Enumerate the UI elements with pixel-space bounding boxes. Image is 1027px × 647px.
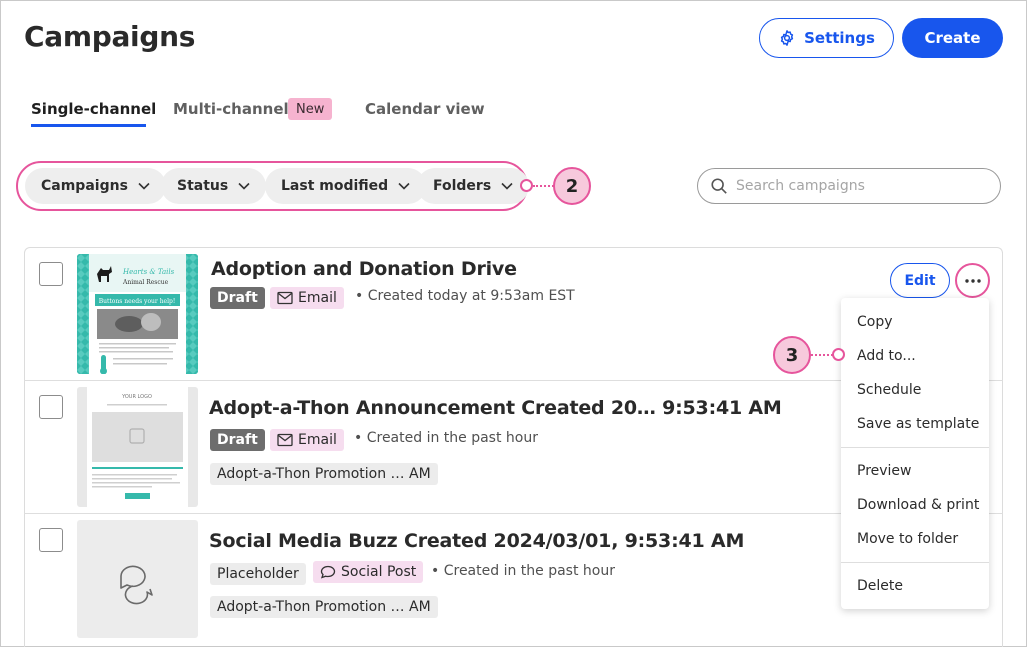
callout-2: 2: [553, 167, 591, 205]
chevron-down-icon: [138, 182, 150, 190]
channel-label: Email: [298, 432, 337, 448]
svg-text:Hearts & Tails: Hearts & Tails: [122, 268, 175, 276]
edit-button[interactable]: Edit: [890, 263, 950, 298]
gear-icon: [780, 30, 794, 46]
campaign-title[interactable]: Social Media Buzz Created 2024/03/01, 9:…: [209, 530, 744, 552]
menu-item-copy[interactable]: Copy: [857, 314, 893, 330]
page-title: Campaigns: [24, 20, 196, 53]
channel-label: Social Post: [341, 564, 417, 580]
menu-item-preview[interactable]: Preview: [857, 463, 912, 479]
create-button[interactable]: Create: [902, 18, 1003, 58]
chevron-down-icon: [238, 182, 250, 190]
filter-last-modified[interactable]: Last modified: [265, 168, 427, 204]
callout-connector: [533, 185, 554, 187]
folder-tag[interactable]: Adopt-a-Thon Promotion … AM: [210, 596, 438, 618]
filter-last-modified-label: Last modified: [281, 178, 389, 194]
campaign-title[interactable]: Adoption and Donation Drive: [211, 258, 517, 280]
channel-tag: Email: [270, 287, 344, 309]
menu-item-download-print[interactable]: Download & print: [857, 497, 979, 513]
chat-bubbles-icon: [120, 565, 153, 605]
filter-folders[interactable]: Folders: [417, 168, 530, 204]
menu-item-schedule[interactable]: Schedule: [857, 382, 921, 398]
menu-divider: [841, 562, 989, 563]
status-badge: Draft: [210, 287, 265, 309]
svg-text:Buttons needs your help!: Buttons needs your help!: [99, 298, 176, 305]
channel-label: Email: [298, 290, 337, 306]
status-badge: Placeholder: [210, 563, 306, 585]
menu-item-move-to-folder[interactable]: Move to folder: [857, 531, 958, 547]
new-badge: New: [288, 98, 333, 120]
tab-multi-channel[interactable]: Multi-channel: [173, 100, 289, 118]
callout-3: 3: [773, 336, 811, 374]
channel-tag: Email: [270, 429, 344, 451]
filter-campaigns-label: Campaigns: [41, 178, 128, 194]
row-checkbox[interactable]: [39, 262, 63, 286]
chevron-down-icon: [501, 182, 513, 190]
created-meta: • Created in the past hour: [431, 563, 615, 579]
callout-connector: [811, 354, 833, 356]
created-meta: • Created today at 9:53am EST: [355, 288, 575, 304]
callout-anchor-dot: [520, 179, 533, 192]
email-preview-image: Hearts & Tails Animal Rescue Buttons nee…: [77, 254, 198, 374]
search-box[interactable]: [697, 168, 1001, 204]
settings-button[interactable]: Settings: [759, 18, 894, 58]
chevron-down-icon: [398, 182, 410, 190]
filter-status-label: Status: [177, 178, 229, 194]
tab-calendar-view[interactable]: Calendar view: [365, 100, 485, 118]
svg-text:Animal Rescue: Animal Rescue: [122, 279, 169, 286]
campaign-thumbnail[interactable]: YOUR LOGO: [77, 387, 198, 507]
status-badge: Draft: [210, 429, 265, 451]
active-tab-indicator: [31, 124, 146, 127]
channel-tag: Social Post: [313, 561, 424, 583]
more-actions-button[interactable]: [955, 263, 990, 298]
callout-anchor-dot: [832, 348, 845, 361]
speech-bubble-icon: [320, 565, 336, 579]
campaign-title[interactable]: Adopt-a-Thon Announcement Created 20… 9:…: [209, 397, 782, 419]
filter-folders-label: Folders: [433, 178, 492, 194]
campaign-thumbnail[interactable]: Hearts & Tails Animal Rescue Buttons nee…: [77, 254, 198, 374]
created-meta: • Created in the past hour: [354, 430, 538, 446]
menu-item-add-to[interactable]: Add to...: [857, 348, 916, 364]
menu-item-delete[interactable]: Delete: [857, 578, 903, 594]
folder-tag[interactable]: Adopt-a-Thon Promotion … AM: [210, 463, 438, 485]
tab-single-channel[interactable]: Single-channel: [31, 100, 156, 118]
envelope-icon: [277, 291, 293, 305]
envelope-icon: [277, 433, 293, 447]
row-checkbox[interactable]: [39, 395, 63, 419]
search-icon: [711, 178, 727, 194]
svg-text:YOUR LOGO: YOUR LOGO: [121, 394, 152, 400]
filter-campaigns[interactable]: Campaigns: [25, 168, 166, 204]
email-preview-image: YOUR LOGO: [87, 387, 188, 507]
settings-label: Settings: [804, 29, 875, 47]
menu-item-save-as-template[interactable]: Save as template: [857, 416, 979, 432]
more-actions-menu: Copy Add to... Schedule Save as template…: [841, 298, 989, 609]
search-input[interactable]: [736, 178, 976, 194]
campaign-thumbnail[interactable]: [77, 520, 198, 638]
filter-status[interactable]: Status: [161, 168, 267, 204]
row-checkbox[interactable]: [39, 528, 63, 552]
more-horizontal-icon: [964, 278, 981, 283]
menu-divider: [841, 447, 989, 448]
